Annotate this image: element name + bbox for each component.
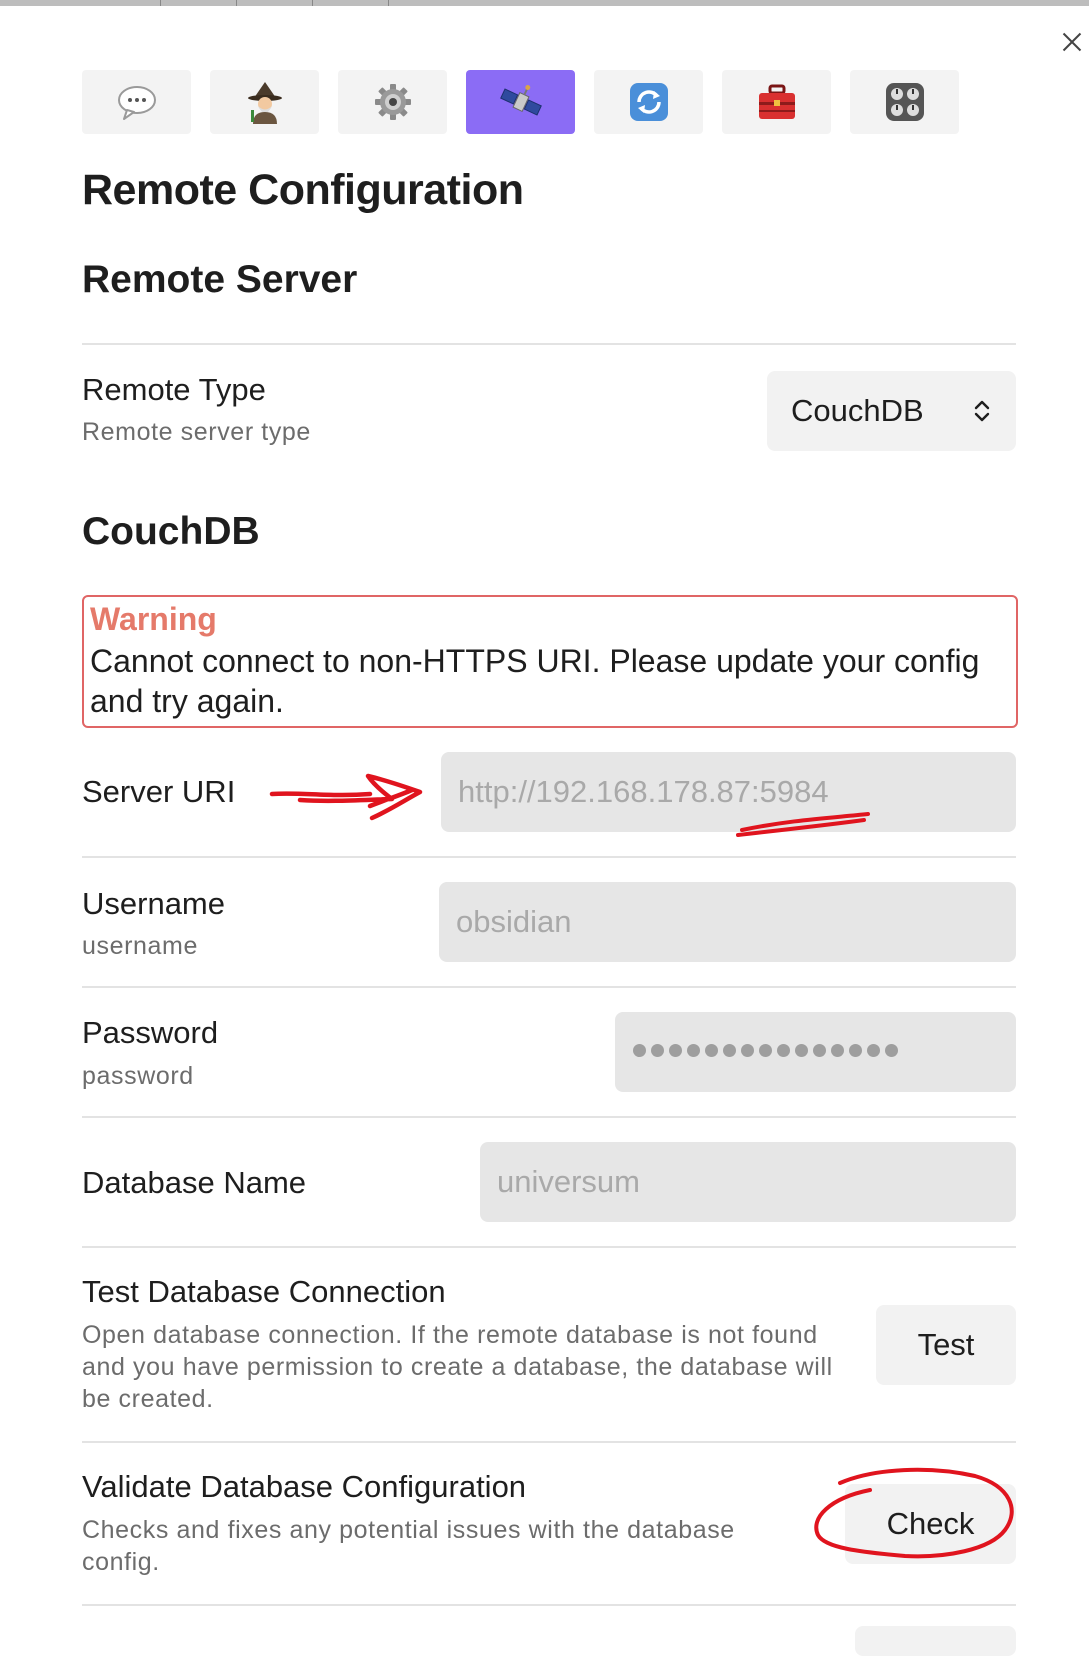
password-mask-dot	[723, 1044, 736, 1057]
sync-arrows-icon	[629, 83, 668, 121]
tab-sync-settings[interactable]	[594, 70, 703, 134]
password-mask-dot	[633, 1044, 646, 1057]
couchdb-heading: CouchDB	[82, 510, 260, 553]
test-connection-description: Open database connection. If the remote …	[82, 1321, 833, 1413]
red-arrow-annotation	[269, 773, 423, 821]
username-input[interactable]: obsidian	[439, 882, 1016, 962]
warning-box: Warning Cannot connect to non-HTTPS URI.…	[82, 595, 1018, 728]
server-uri-input[interactable]: http://192.168.178.87:5984	[441, 752, 1016, 832]
remote-type-select[interactable]: CouchDB	[767, 371, 1016, 451]
remote-type-label: Remote Type	[82, 372, 266, 407]
tab-remote-configuration[interactable]	[466, 70, 575, 134]
password-mask-dot	[705, 1044, 718, 1057]
chevron-up-down-icon	[974, 400, 990, 422]
database-name-value: universum	[497, 1164, 640, 1199]
password-label: Password	[82, 1015, 219, 1050]
password-mask-dot	[741, 1044, 754, 1057]
speech-balloon-icon	[117, 86, 156, 120]
password-mask-dot	[687, 1044, 700, 1057]
password-mask-dot	[759, 1044, 772, 1057]
divider	[82, 1246, 1016, 1248]
password-mask-dot	[651, 1044, 664, 1057]
tab-advanced[interactable]	[850, 70, 959, 134]
divider	[82, 1604, 1016, 1606]
username-value: obsidian	[456, 904, 572, 939]
password-mask-dot	[849, 1044, 862, 1057]
warning-title: Warning	[90, 601, 217, 637]
divider	[82, 343, 1016, 345]
page-title: Remote Configuration	[82, 166, 524, 214]
tab-settings[interactable]	[338, 70, 447, 134]
satellite-icon	[499, 84, 542, 116]
divider	[82, 1116, 1016, 1118]
window-top-bar	[0, 0, 1089, 6]
username-label: Username	[82, 886, 225, 921]
check-button[interactable]: Check	[845, 1484, 1016, 1564]
test-connection-label: Test Database Connection	[82, 1274, 446, 1309]
server-uri-label: Server URI	[82, 774, 236, 809]
top-bar-ticks	[160, 0, 460, 6]
password-mask-dot	[795, 1044, 808, 1057]
divider	[82, 986, 1016, 988]
divider	[82, 1441, 1016, 1443]
remote-type-selected-value: CouchDB	[791, 393, 924, 428]
password-description: password	[82, 1062, 194, 1090]
tab-general[interactable]	[82, 70, 191, 134]
password-mask-dot	[813, 1044, 826, 1057]
next-row-button[interactable]	[855, 1626, 1016, 1656]
tab-hatch[interactable]	[722, 70, 831, 134]
mage-icon	[247, 82, 282, 124]
remote-type-description: Remote server type	[82, 418, 311, 446]
validate-label: Validate Database Configuration	[82, 1469, 527, 1504]
validate-description: Checks and fixes any potential issues wi…	[82, 1516, 735, 1576]
warning-message: Cannot connect to non-HTTPS URI. Please …	[90, 643, 980, 719]
password-mask-dot	[867, 1044, 880, 1057]
control-knobs-icon	[885, 83, 924, 121]
username-description: username	[82, 932, 198, 960]
remote-server-heading: Remote Server	[82, 258, 358, 301]
password-mask	[633, 1044, 898, 1057]
password-mask-dot	[777, 1044, 790, 1057]
close-icon[interactable]	[1055, 26, 1089, 60]
password-mask-dot	[885, 1044, 898, 1057]
toolbox-icon	[758, 84, 795, 119]
password-mask-dot	[669, 1044, 682, 1057]
server-uri-value: http://192.168.178.87:5984	[458, 774, 829, 809]
gear-icon	[374, 84, 411, 120]
password-mask-dot	[831, 1044, 844, 1057]
database-name-input[interactable]: universum	[480, 1142, 1016, 1222]
password-input[interactable]	[615, 1012, 1016, 1092]
divider	[82, 856, 1016, 858]
tab-setup-wizard[interactable]	[210, 70, 319, 134]
database-name-label: Database Name	[82, 1165, 307, 1200]
test-button[interactable]: Test	[876, 1305, 1016, 1385]
